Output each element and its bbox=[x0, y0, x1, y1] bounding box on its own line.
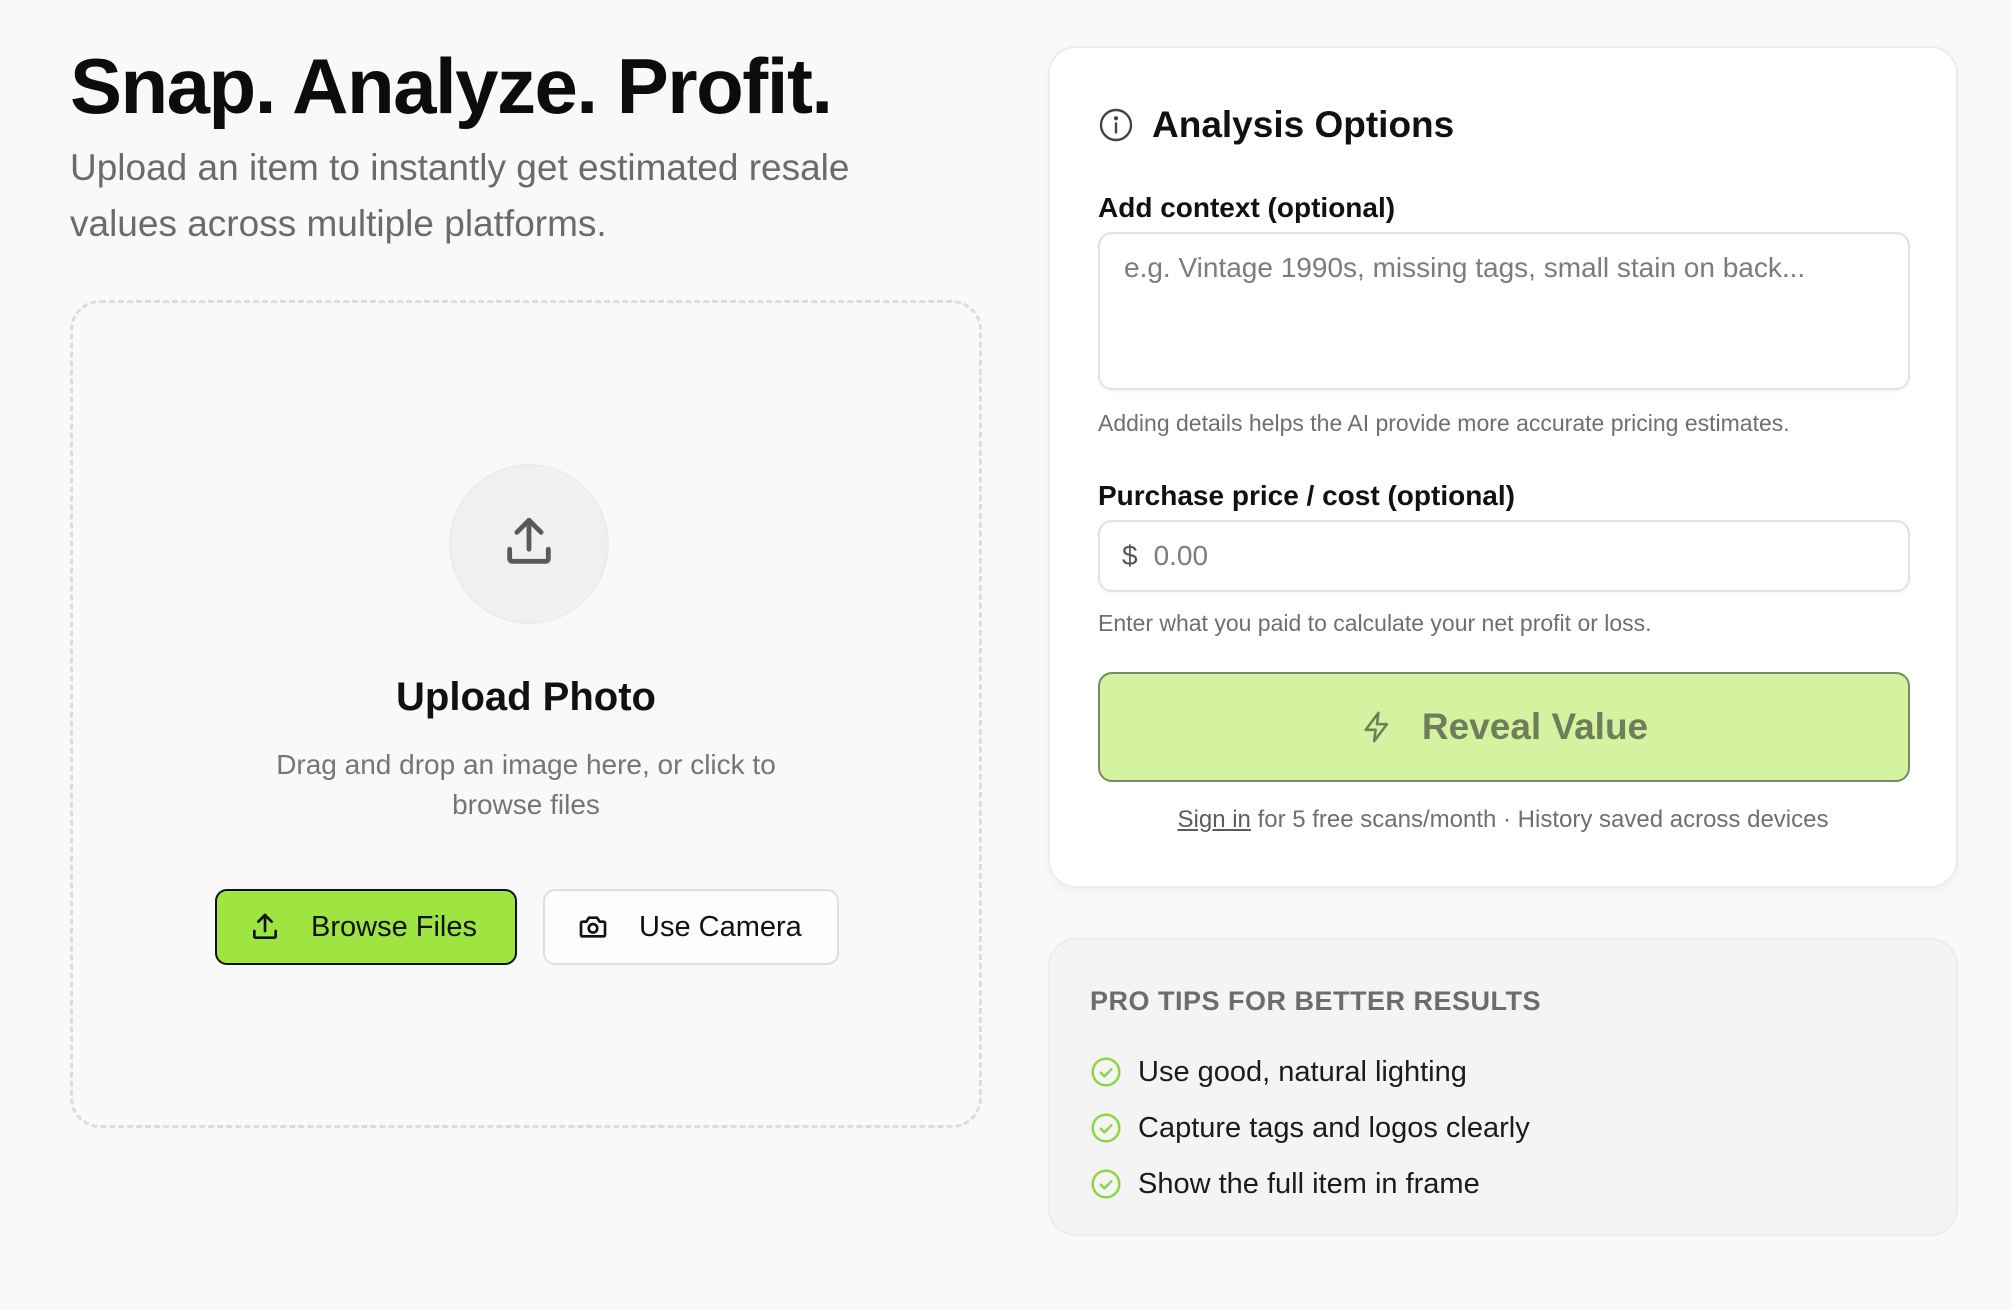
info-icon bbox=[1098, 107, 1134, 143]
context-label: Add context (optional) bbox=[1098, 192, 1396, 223]
browse-files-label: Browse Files bbox=[311, 910, 477, 943]
tip-item: Use good, natural lighting bbox=[1090, 1044, 1530, 1100]
tip-text: Show the full item in frame bbox=[1138, 1167, 1480, 1200]
reveal-value-label: Reveal Value bbox=[1421, 706, 1649, 747]
sign-in-link[interactable]: Sign in bbox=[1178, 806, 1251, 833]
context-helper-text: Adding details helps the AI provide more… bbox=[1098, 410, 1790, 436]
signin-prompt-text: for 5 free scans/month · History saved a… bbox=[1250, 806, 1829, 833]
pro-tips-list: Use good, natural lighting Capture tags … bbox=[1090, 1044, 1530, 1212]
upload-dropzone[interactable]: Upload Photo Drag and drop an image here… bbox=[70, 300, 982, 1128]
tip-text: Capture tags and logos clearly bbox=[1138, 1111, 1530, 1144]
upload-title: Upload Photo bbox=[396, 675, 656, 719]
price-helper-text: Enter what you paid to calculate your ne… bbox=[1098, 610, 1652, 636]
pro-tips-card: PRO TIPS FOR BETTER RESULTS Use good, na… bbox=[1048, 938, 1958, 1236]
tip-item: Capture tags and logos clearly bbox=[1090, 1100, 1530, 1156]
context-textarea[interactable] bbox=[1098, 232, 1910, 390]
reveal-value-button[interactable]: Reveal Value bbox=[1098, 672, 1910, 782]
price-field[interactable]: $ bbox=[1098, 520, 1910, 592]
page: Snap. Analyze. Profit. Upload an item to… bbox=[0, 0, 2012, 1310]
upload-icon-circle bbox=[449, 464, 609, 624]
currency-symbol: $ bbox=[1122, 540, 1138, 571]
analysis-options-card: Analysis Options Add context (optional) … bbox=[1048, 46, 1958, 888]
page-title: Snap. Analyze. Profit. bbox=[70, 42, 833, 130]
tip-text: Use good, natural lighting bbox=[1138, 1055, 1467, 1088]
page-subtitle: Upload an item to instantly get estimate… bbox=[70, 147, 850, 244]
upload-description: Drag and drop an image here, or click to… bbox=[276, 749, 776, 820]
lightning-icon bbox=[1360, 710, 1394, 744]
check-circle-icon bbox=[1090, 1056, 1122, 1088]
analysis-options-header: Analysis Options bbox=[1098, 104, 1454, 146]
browse-files-button[interactable]: Browse Files bbox=[215, 889, 517, 965]
use-camera-label: Use Camera bbox=[639, 910, 802, 943]
price-input[interactable] bbox=[1151, 539, 1852, 573]
pro-tips-title: PRO TIPS FOR BETTER RESULTS bbox=[1090, 986, 1542, 1016]
use-camera-button[interactable]: Use Camera bbox=[543, 889, 839, 965]
check-circle-icon bbox=[1090, 1168, 1122, 1200]
tip-item: Show the full item in frame bbox=[1090, 1156, 1530, 1212]
analysis-options-title: Analysis Options bbox=[1152, 104, 1455, 145]
upload-icon bbox=[500, 513, 558, 576]
upload-icon bbox=[249, 911, 281, 943]
check-circle-icon bbox=[1090, 1112, 1122, 1144]
camera-icon bbox=[577, 911, 609, 943]
signin-prompt: Sign in for 5 free scans/month · History… bbox=[1050, 806, 1956, 834]
price-label: Purchase price / cost (optional) bbox=[1098, 480, 1515, 511]
upload-button-row: Browse Files Use Camera bbox=[215, 889, 839, 965]
